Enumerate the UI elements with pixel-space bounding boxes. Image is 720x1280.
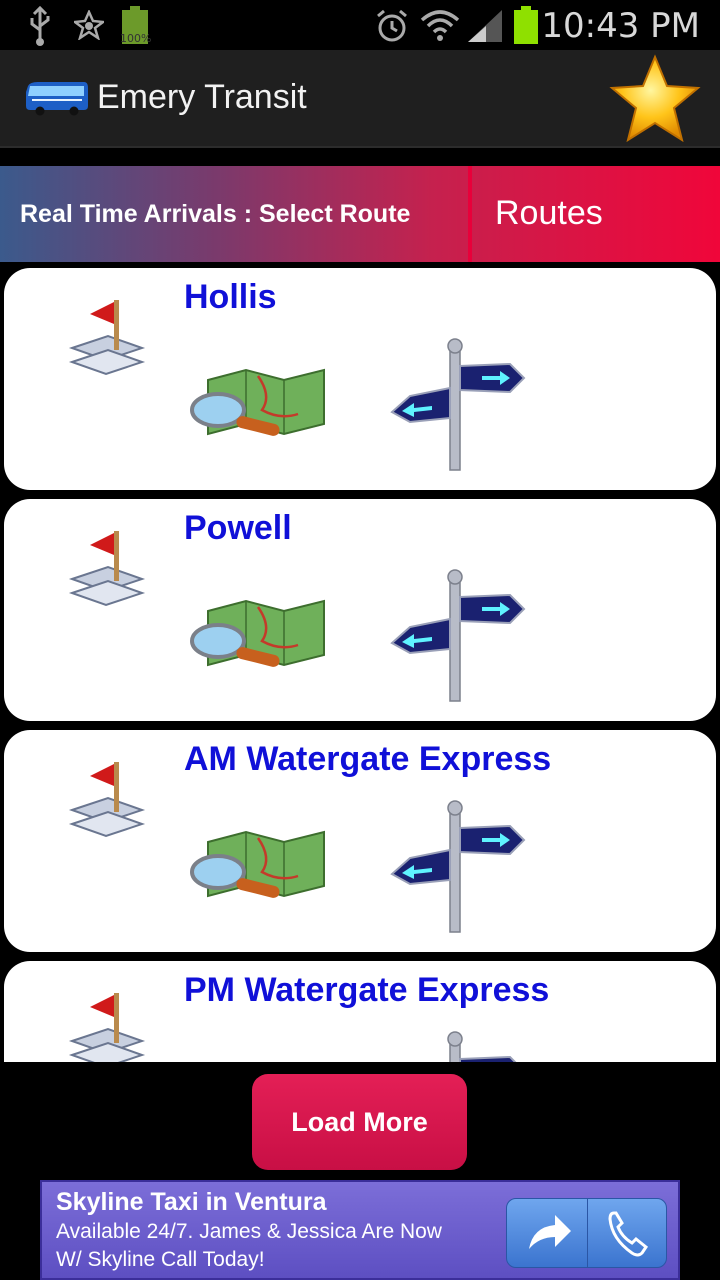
route-card[interactable]: Powell [4,499,716,721]
star-notification-icon [74,10,104,40]
battery-icon [514,6,538,44]
route-card[interactable]: PM Watergate Express [4,961,716,1062]
ad-title: Skyline Taxi in Ventura [56,1188,327,1216]
battery-full-icon: 100% [120,6,152,46]
map-icon[interactable] [188,366,328,446]
signpost-icon[interactable] [386,1031,526,1062]
flag-icon[interactable] [68,296,148,380]
route-card[interactable]: AM Watergate Express [4,730,716,952]
load-more-button[interactable]: Load More [252,1074,467,1170]
app-title: Emery Transit [97,78,307,116]
bus-icon [26,82,88,116]
alarm-icon [377,9,407,42]
phone-icon [608,1211,649,1257]
signpost-icon[interactable] [386,338,526,478]
flag-icon[interactable] [68,758,148,842]
app-bar: Emery Transit [0,50,720,148]
usb-icon [30,6,50,46]
signal-icon [468,10,502,42]
ad-share-button[interactable] [506,1198,588,1268]
signpost-icon[interactable] [386,569,526,709]
tab-real-time-arrivals[interactable]: Real Time Arrivals : Select Route [20,200,410,229]
status-bar: 100% 10:43 PM [0,0,720,50]
route-name: Powell [184,509,292,547]
ad-text-line-2: W/ Skyline Call Today! [56,1248,265,1271]
tab-routes[interactable]: Routes [495,194,603,233]
clock: 10:43 PM [541,6,700,46]
share-arrow-icon [529,1215,571,1249]
route-list: Hollis Powell AM Watergate Express PM Wa… [0,262,720,1062]
route-name: Hollis [184,278,277,316]
tab-divider [468,166,472,262]
map-icon[interactable] [188,828,328,908]
ad-text-line-1: Available 24/7. James & Jessica Are Now [56,1220,442,1243]
flag-icon[interactable] [68,527,148,611]
map-icon[interactable] [188,597,328,677]
wifi-icon [420,10,460,41]
tab-bar: Real Time Arrivals : Select Route Routes [0,166,720,262]
ad-call-button[interactable] [587,1198,667,1268]
battery-percent-label: 100% [120,32,152,45]
route-name: PM Watergate Express [184,971,550,1009]
route-name: AM Watergate Express [184,740,552,778]
flag-icon[interactable] [68,989,148,1062]
ad-banner[interactable]: Skyline Taxi in Ventura Available 24/7. … [40,1180,680,1280]
favorite-star-icon[interactable] [608,54,702,144]
route-card[interactable]: Hollis [4,268,716,490]
signpost-icon[interactable] [386,800,526,940]
